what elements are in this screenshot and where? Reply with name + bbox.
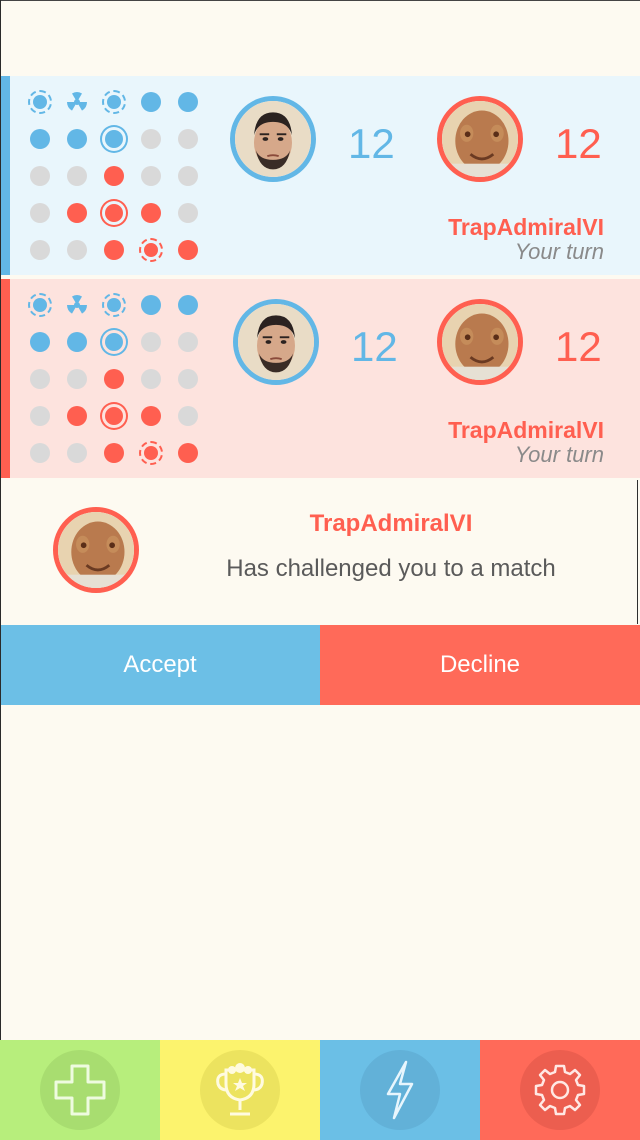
board-cell-gray (67, 443, 87, 463)
board-cell-gray (67, 166, 87, 186)
board-cell-gray (141, 166, 161, 186)
board-cell-target-blue (102, 90, 126, 114)
player-score: 12 (351, 323, 398, 370)
board-cell-target-blue (28, 293, 52, 317)
board-cell-red (178, 240, 198, 260)
opponent-score: 12 (555, 120, 602, 167)
player-score: 12 (348, 120, 395, 167)
board-cell-gray (178, 369, 198, 389)
gear-icon (534, 1064, 586, 1116)
admiral-avatar (442, 101, 518, 177)
board-cell-blue (141, 92, 161, 112)
challenge-notification: TrapAdmiralVI Has challenged you to a ma… (0, 480, 638, 624)
opponent-name: TrapAdmiralVI (448, 417, 604, 443)
lightning-icon (386, 1060, 414, 1120)
board-cell-gray (30, 406, 50, 426)
board-cell-target-blue (28, 90, 52, 114)
window-left-border (0, 0, 1, 1040)
board-cell-gray (67, 369, 87, 389)
board-cell-gray (30, 203, 50, 223)
board-cell-target-blue (102, 293, 126, 317)
board-cell-blue (67, 332, 87, 352)
tab-new-game[interactable] (0, 1040, 160, 1140)
board-cell-red (67, 406, 87, 426)
board-cell-gray (30, 240, 50, 260)
board-cell-target-red (139, 238, 163, 262)
board-cell-gray (30, 443, 50, 463)
tab-bar (0, 1040, 640, 1140)
challenger-avatar (53, 507, 139, 593)
opponent-avatar (437, 299, 523, 385)
board-cell-red (178, 443, 198, 463)
board-cell-blue (141, 295, 161, 315)
board-cell-blue (178, 92, 198, 112)
board-cell-blue (67, 129, 87, 149)
board-cell-gray (178, 332, 198, 352)
board-cell-ring-red (105, 204, 123, 222)
decline-button[interactable]: Decline (320, 625, 640, 705)
board-cell-red (104, 443, 124, 463)
board-cell-gray (178, 166, 198, 186)
trophy-icon (216, 1063, 264, 1116)
match-card[interactable]: 12 12 TrapAdmiralVI Your turn (0, 279, 640, 478)
board-cell-gray (141, 129, 161, 149)
board-cell-gray (30, 166, 50, 186)
player-avatar (233, 299, 319, 385)
tab-leaderboard[interactable] (160, 1040, 320, 1140)
board-cell-gray (178, 203, 198, 223)
match-card-accent (0, 76, 10, 275)
board-cell-blue (30, 332, 50, 352)
board-cell-red (141, 406, 161, 426)
challenger-name: TrapAdmiralVI (309, 510, 473, 537)
board-cell-gray (67, 240, 87, 260)
game-board-preview (26, 293, 206, 473)
tab-powerups[interactable] (320, 1040, 480, 1140)
board-cell-red (141, 203, 161, 223)
board-cell-ring-blue (105, 333, 123, 351)
bearded-man-avatar (235, 101, 311, 177)
board-cell-red (104, 369, 124, 389)
match-card-accent (0, 279, 10, 478)
match-card[interactable]: 12 12 TrapAdmiralVI Your turn (0, 76, 640, 275)
admiral-avatar (442, 304, 518, 380)
opponent-name: TrapAdmiralVI (448, 214, 604, 240)
plus-icon (54, 1064, 106, 1116)
board-cell-blue (30, 129, 50, 149)
board-cell-gray (178, 129, 198, 149)
board-cell-gray (178, 406, 198, 426)
board-cell-gray (141, 369, 161, 389)
board-cell-ring-blue (105, 130, 123, 148)
accept-button[interactable]: Accept (0, 625, 320, 705)
board-cell-red (104, 240, 124, 260)
board-cell-gray (141, 332, 161, 352)
board-cell-gray (30, 369, 50, 389)
bearded-man-avatar (238, 304, 314, 380)
board-cell-ring-red (105, 407, 123, 425)
opponent-avatar (437, 96, 523, 182)
player-avatar (230, 96, 316, 182)
board-cell-red (104, 166, 124, 186)
board-cell-red (67, 203, 87, 223)
board-cell-target-red (139, 441, 163, 465)
admiral-avatar (58, 512, 134, 588)
board-cell-radiation (65, 293, 89, 317)
tab-settings[interactable] (480, 1040, 640, 1140)
challenge-message: Has challenged you to a match (226, 555, 556, 582)
window-top-border (0, 0, 640, 1)
opponent-score: 12 (555, 323, 602, 370)
game-board-preview (26, 90, 206, 270)
turn-status: Your turn (514, 442, 604, 467)
board-cell-blue (178, 295, 198, 315)
board-cell-radiation (65, 90, 89, 114)
turn-status: Your turn (514, 239, 604, 264)
